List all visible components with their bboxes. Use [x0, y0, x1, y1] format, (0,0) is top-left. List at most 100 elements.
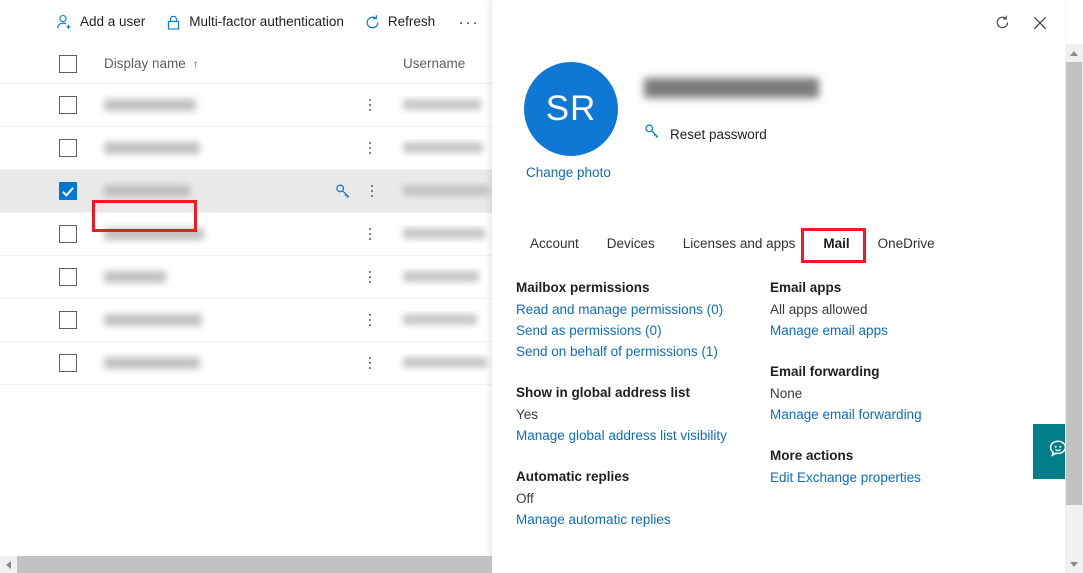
- section-link[interactable]: Manage global address list visibility: [516, 428, 727, 443]
- cell-display-name[interactable]: [59, 182, 335, 200]
- vertical-scrollbar-track[interactable]: [1065, 62, 1083, 555]
- avatar: SR: [524, 62, 618, 156]
- close-icon: [1032, 15, 1048, 36]
- section-value: Off: [516, 491, 534, 506]
- row-more-actions-button[interactable]: [362, 351, 378, 375]
- settings-section: Automatic replies Off Manage automatic rep…: [516, 469, 770, 527]
- tab-onedrive[interactable]: OneDrive: [864, 228, 949, 261]
- tab-mail[interactable]: Mail: [809, 228, 863, 261]
- mail-settings-right-column: Email apps All apps allowed Manage email a…: [770, 280, 1024, 553]
- user-display-name-redacted: [644, 78, 819, 98]
- section-value: None: [770, 386, 803, 401]
- table-header-row: Display name ↑ Username: [0, 44, 492, 84]
- section-link[interactable]: Read and manage permissions (0): [516, 302, 723, 317]
- multi-factor-authentication-label: Multi-factor authentication: [189, 14, 344, 30]
- cell-display-name[interactable]: [59, 354, 335, 372]
- row-more-actions-button[interactable]: [362, 222, 378, 246]
- table-row[interactable]: [0, 342, 492, 385]
- cell-username: [397, 354, 492, 372]
- cell-row-actions: [335, 93, 397, 117]
- section-link[interactable]: Edit Exchange properties: [770, 470, 921, 485]
- cell-display-name[interactable]: [59, 96, 335, 114]
- panel-tab-list: Account Devices Licenses and apps Mail OneDr…: [492, 228, 1065, 261]
- cell-display-name[interactable]: [59, 139, 335, 157]
- refresh-button[interactable]: Refresh: [356, 4, 443, 40]
- row-more-actions-button[interactable]: [362, 308, 378, 332]
- row-more-actions-button[interactable]: [362, 265, 378, 289]
- display-name-redacted: [104, 356, 200, 369]
- settings-section: Email forwarding None Manage email forward…: [770, 364, 1024, 422]
- cell-display-name[interactable]: [59, 225, 335, 243]
- tab-devices[interactable]: Devices: [593, 228, 669, 261]
- display-name-redacted: [104, 98, 196, 111]
- table-row[interactable]: [0, 256, 492, 299]
- avatar-initials: SR: [545, 89, 597, 128]
- section-link[interactable]: Send on behalf of permissions (1): [516, 344, 718, 359]
- table-row[interactable]: [0, 299, 492, 342]
- table-row[interactable]: [0, 127, 492, 170]
- cell-username: [397, 96, 492, 114]
- table-row[interactable]: [0, 170, 492, 213]
- section-title: More actions: [770, 448, 854, 463]
- cell-display-name[interactable]: [59, 311, 335, 329]
- row-select-cell: [0, 311, 77, 329]
- cell-display-name[interactable]: [59, 268, 335, 286]
- tab-licenses-and-apps[interactable]: Licenses and apps: [669, 228, 810, 261]
- panel-close-button[interactable]: [1023, 8, 1057, 42]
- settings-section: Email apps All apps allowed Manage email a…: [770, 280, 1024, 338]
- more-commands-button[interactable]: ···: [453, 6, 485, 38]
- scroll-down-arrow-icon[interactable]: [1065, 555, 1083, 573]
- section-title: Mailbox permissions: [516, 280, 650, 295]
- tab-account[interactable]: Account: [516, 228, 593, 261]
- column-header-display-name-label: Display name: [104, 56, 186, 71]
- select-all-cell: [0, 54, 77, 73]
- cell-row-actions: [335, 265, 397, 289]
- row-select-cell: [0, 225, 77, 243]
- change-photo-link[interactable]: Change photo: [526, 165, 644, 180]
- vertical-scrollbar[interactable]: [1065, 44, 1083, 573]
- mail-settings-left-column: Mailbox permissions Read and manage permi…: [516, 280, 770, 553]
- column-header-username[interactable]: Username: [397, 56, 492, 71]
- table-row[interactable]: [0, 213, 492, 256]
- horizontal-scrollbar-thumb[interactable]: [17, 556, 492, 573]
- scroll-left-arrow-icon[interactable]: [0, 556, 17, 573]
- refresh-icon: [994, 14, 1011, 36]
- add-a-user-button[interactable]: Add a user: [48, 4, 153, 40]
- cell-username: [397, 225, 492, 243]
- sort-ascending-icon: ↑: [192, 57, 199, 71]
- user-detail-panel: SR Change photo Reset password Account De…: [492, 0, 1065, 573]
- panel-toolbar: [985, 8, 1057, 42]
- panel-header: SR Change photo Reset password: [492, 62, 1065, 180]
- section-link[interactable]: Send as permissions (0): [516, 323, 662, 338]
- multi-factor-authentication-button[interactable]: Multi-factor authentication: [157, 4, 352, 40]
- reset-password-button[interactable]: Reset password: [644, 123, 819, 145]
- row-more-actions-button[interactable]: [362, 93, 378, 117]
- row-reset-password-key-icon[interactable]: [335, 183, 352, 200]
- scroll-up-arrow-icon[interactable]: [1065, 44, 1083, 62]
- section-link[interactable]: Manage automatic replies: [516, 512, 671, 527]
- display-name-redacted: [104, 184, 190, 197]
- display-name-redacted: [104, 141, 200, 154]
- username-redacted: [403, 142, 483, 154]
- vertical-scrollbar-thumb[interactable]: [1066, 62, 1082, 505]
- row-more-actions-button[interactable]: [362, 136, 378, 160]
- display-name-redacted: [104, 313, 202, 326]
- settings-section: More actions Edit Exchange properties: [770, 448, 1024, 485]
- tab-label: OneDrive: [877, 236, 935, 251]
- cell-row-actions: [335, 136, 397, 160]
- row-more-actions-button[interactable]: [366, 179, 378, 203]
- cell-row-actions: [335, 308, 397, 332]
- section-link[interactable]: Manage email forwarding: [770, 407, 922, 422]
- display-name-redacted: [104, 227, 204, 240]
- row-select-cell: [0, 182, 77, 200]
- column-header-display-name[interactable]: Display name ↑: [59, 56, 335, 71]
- section-link[interactable]: Manage email apps: [770, 323, 888, 338]
- horizontal-scrollbar[interactable]: [0, 556, 492, 573]
- row-select-cell: [0, 354, 77, 372]
- panel-refresh-button[interactable]: [985, 8, 1019, 42]
- row-select-cell: [0, 268, 77, 286]
- table-body: [0, 84, 492, 385]
- table-row[interactable]: [0, 84, 492, 127]
- cell-username: [397, 139, 492, 157]
- settings-section: Show in global address list Yes Manage glo…: [516, 385, 770, 443]
